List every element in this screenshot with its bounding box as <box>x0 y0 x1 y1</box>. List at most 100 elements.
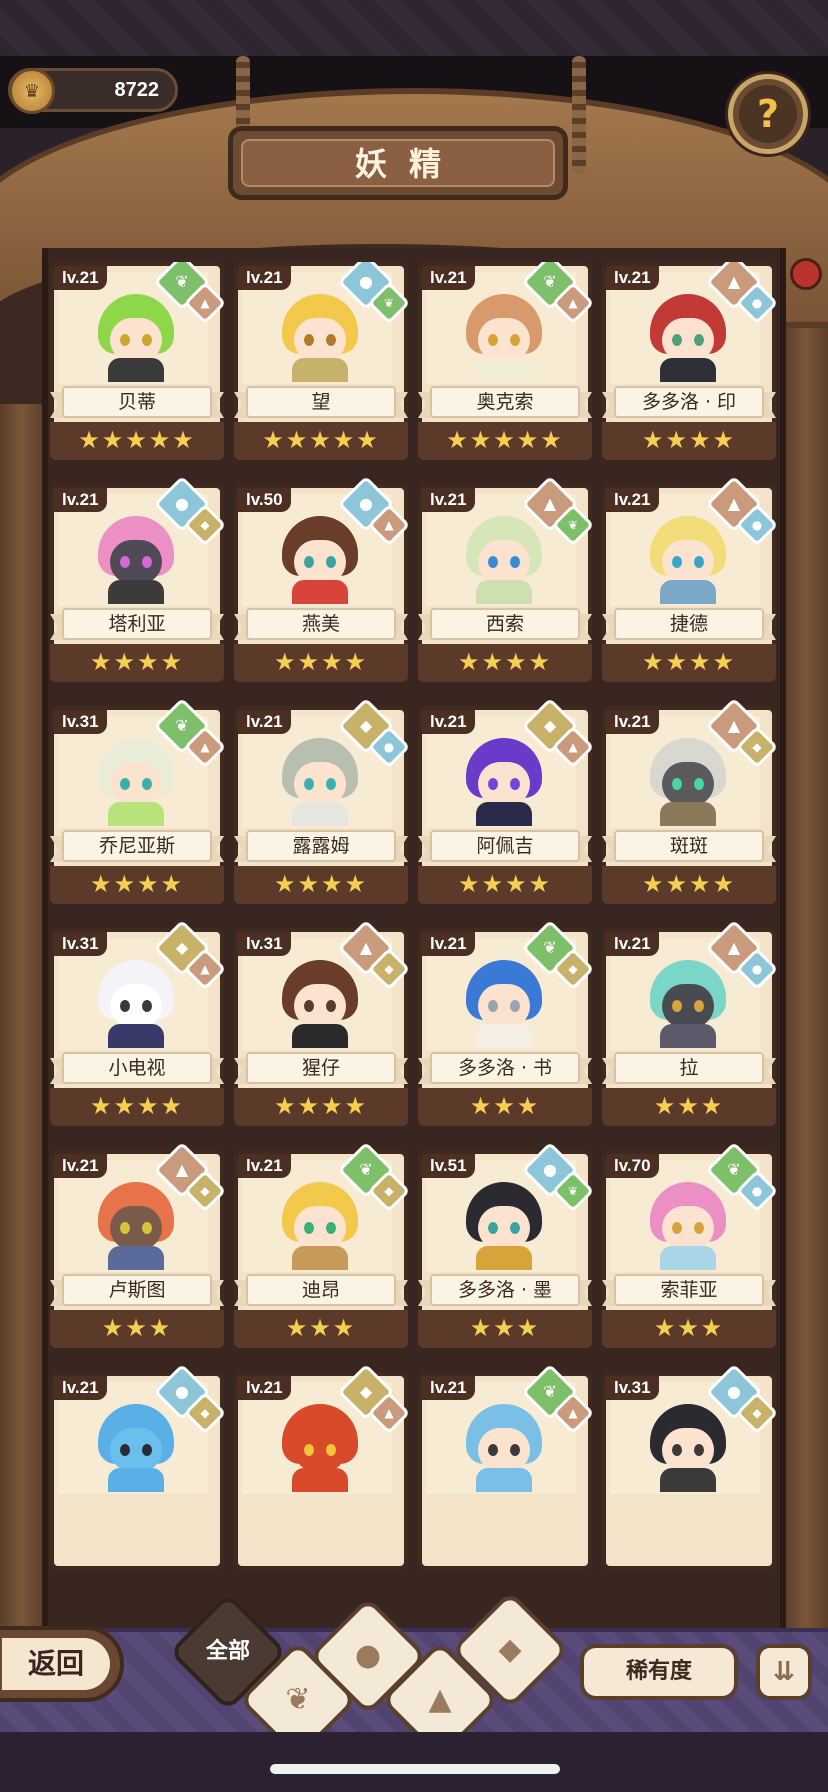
rock-icon: ◆ <box>498 1632 522 1667</box>
fairy-level: lv.31 <box>54 932 107 956</box>
star-rating: ★★★★ <box>418 866 592 904</box>
fairy-card[interactable]: lv.21 ▲ ● 拉 ★★★ <box>600 919 778 1126</box>
name-banner: 西索 <box>416 604 594 644</box>
stars: ★★★★★ <box>446 426 564 454</box>
star-rating: ★★★★ <box>234 1088 408 1126</box>
fairy-name: 小电视 <box>108 1057 166 1079</box>
fairy-card[interactable]: lv.31 ● ◆ <box>602 1363 778 1570</box>
name-banner: 多多洛 · 书 <box>416 1048 594 1088</box>
name-banner: 奥克索 <box>416 382 594 422</box>
stars: ★★★★ <box>457 648 553 676</box>
back-button[interactable]: 返回 <box>0 1626 124 1702</box>
name-banner: 小电视 <box>50 1048 226 1088</box>
fairy-card[interactable]: lv.31 ▲ ◆ 猩仔 ★★★★ <box>232 919 411 1126</box>
name-banner: 阿佩吉 <box>416 826 594 866</box>
star-rating: ★★★ <box>234 1310 408 1348</box>
fairy-card[interactable]: lv.31 ◆ ▲ 小电视 ★★★★ <box>50 919 227 1126</box>
fairy-name: 多多洛 · 印 <box>641 391 737 413</box>
fairy-level: lv.21 <box>606 266 659 290</box>
star-rating: ★★★★ <box>234 644 408 682</box>
fairy-card[interactable]: lv.21 ❦ ▲ <box>418 1363 595 1570</box>
stars: ★★★★ <box>273 648 369 676</box>
stars: ★★★ <box>469 1092 541 1120</box>
fairy-card[interactable]: lv.21 ▲ ◆ 斑斑 ★★★★ <box>600 697 778 904</box>
fairy-level: lv.21 <box>422 488 475 512</box>
fairy-card[interactable]: lv.21 ❦ ◆ 迪昂 ★★★ <box>232 1141 411 1348</box>
stars: ★★★★ <box>641 870 737 898</box>
star-rating: ★★★★ <box>50 866 224 904</box>
fairy-level: lv.21 <box>422 266 475 290</box>
fairy-card[interactable]: lv.50 ● ▲ 燕美 ★★★★ <box>234 475 411 682</box>
fairy-card[interactable]: lv.21 ❦ ◆ 多多洛 · 书 ★★★ <box>416 919 595 1126</box>
fairy-level: lv.21 <box>238 710 291 734</box>
name-banner: 塔利亚 <box>50 604 226 644</box>
stars: ★★★★ <box>89 870 185 898</box>
fairy-level: lv.21 <box>54 266 107 290</box>
name-banner: 多多洛 · 墨 <box>416 1270 594 1310</box>
stars: ★★★ <box>653 1314 725 1342</box>
fairy-card[interactable]: lv.21 ● ❦ 望 ★★★★★ <box>234 262 411 460</box>
crown-coin-icon: ♛ <box>9 68 55 114</box>
fairy-level: lv.21 <box>606 710 659 734</box>
ladybug-icon[interactable] <box>790 258 822 290</box>
fairy-level: lv.21 <box>54 1376 107 1400</box>
fairy-card[interactable]: lv.21 ❦ ▲ 贝蒂 ★★★★★ <box>50 262 227 460</box>
fairy-card[interactable]: lv.31 ❦ ▲ 乔尼亚斯 ★★★★ <box>50 697 227 904</box>
fairy-name: 阿佩吉 <box>476 835 534 857</box>
name-banner: 拉 <box>600 1048 778 1088</box>
fairy-name: 拉 <box>679 1057 699 1079</box>
stars: ★★★★ <box>273 1092 369 1120</box>
fairy-name: 多多洛 · 墨 <box>457 1279 553 1301</box>
rarity-sort-button[interactable]: 稀有度 <box>580 1644 738 1700</box>
fairy-card[interactable]: lv.21 ◆ ▲ 阿佩吉 ★★★★ <box>416 697 595 904</box>
star-rating: ★★★ <box>418 1088 592 1126</box>
star-rating: ★★★★ <box>602 644 776 682</box>
back-label: 返回 <box>27 1647 84 1680</box>
stars: ★★★★★ <box>262 426 380 454</box>
name-banner: 迪昂 <box>232 1270 410 1310</box>
fairy-card[interactable]: lv.21 ▲ ● 多多洛 · 印 ★★★★ <box>600 262 778 460</box>
filter-all-label: 全部 <box>205 1639 250 1664</box>
fairy-card[interactable]: lv.21 ❦ ▲ 奥克索 ★★★★★ <box>416 262 595 460</box>
fairy-level: lv.21 <box>238 1376 291 1400</box>
stars: ★★★★ <box>641 426 737 454</box>
fairy-name: 露露姆 <box>292 835 350 857</box>
stars: ★★★ <box>101 1314 173 1342</box>
fairy-level: lv.21 <box>422 1376 475 1400</box>
stars: ★★★★ <box>273 870 369 898</box>
fairy-card[interactable]: lv.21 ▲ ◆ 卢斯图 ★★★ <box>50 1141 227 1348</box>
stars: ★★★★ <box>89 1092 185 1120</box>
title-plaque: 妖精 <box>228 126 568 200</box>
sort-descending-icon: ⇊ <box>773 1657 795 1687</box>
fairy-name: 迪昂 <box>301 1279 340 1301</box>
fairy-name: 卢斯图 <box>108 1279 166 1301</box>
fairy-card[interactable]: lv.21 ▲ ● 捷德 ★★★★ <box>602 475 778 682</box>
star-rating: ★★★★★ <box>234 422 408 460</box>
fairy-card[interactable]: lv.21 ● ◆ <box>50 1363 227 1570</box>
fairy-card[interactable]: lv.21 ◆ ▲ <box>234 1363 411 1570</box>
name-banner: 斑斑 <box>600 826 778 866</box>
fairy-card[interactable]: lv.21 ◆ ● 露露姆 ★★★★ <box>234 697 411 904</box>
fairy-card[interactable]: lv.21 ● ◆ 塔利亚 ★★★★ <box>50 475 227 682</box>
star-rating: ★★★ <box>418 1310 592 1348</box>
water-drop-icon: ● <box>354 1638 382 1673</box>
name-banner: 猩仔 <box>232 1048 410 1088</box>
fairy-card[interactable]: lv.70 ❦ ● 索菲亚 ★★★ <box>602 1141 778 1348</box>
star-rating: ★★★★ <box>234 866 408 904</box>
mountain-icon: ▲ <box>428 1682 452 1717</box>
fairy-name: 索菲亚 <box>660 1279 718 1301</box>
stars: ★★★★ <box>89 648 185 676</box>
star-rating: ★★★★ <box>50 1088 224 1126</box>
star-rating: ★★★ <box>602 1310 776 1348</box>
name-banner: 贝蒂 <box>50 382 226 422</box>
fairy-card[interactable]: lv.51 ● ❦ 多多洛 · 墨 ★★★ <box>416 1141 595 1348</box>
fairy-card[interactable]: lv.21 ▲ ❦ 西索 ★★★★ <box>416 475 595 682</box>
fairy-name: 奥克索 <box>476 391 534 413</box>
sort-order-button[interactable]: ⇊ <box>756 1644 812 1700</box>
home-indicator[interactable] <box>270 1764 560 1774</box>
name-banner: 多多洛 · 印 <box>600 382 778 422</box>
fairy-level: lv.21 <box>606 488 659 512</box>
question-sprout-icon: ? <box>739 85 797 143</box>
help-button[interactable]: ? <box>728 74 808 154</box>
fairy-name: 燕美 <box>301 613 340 635</box>
